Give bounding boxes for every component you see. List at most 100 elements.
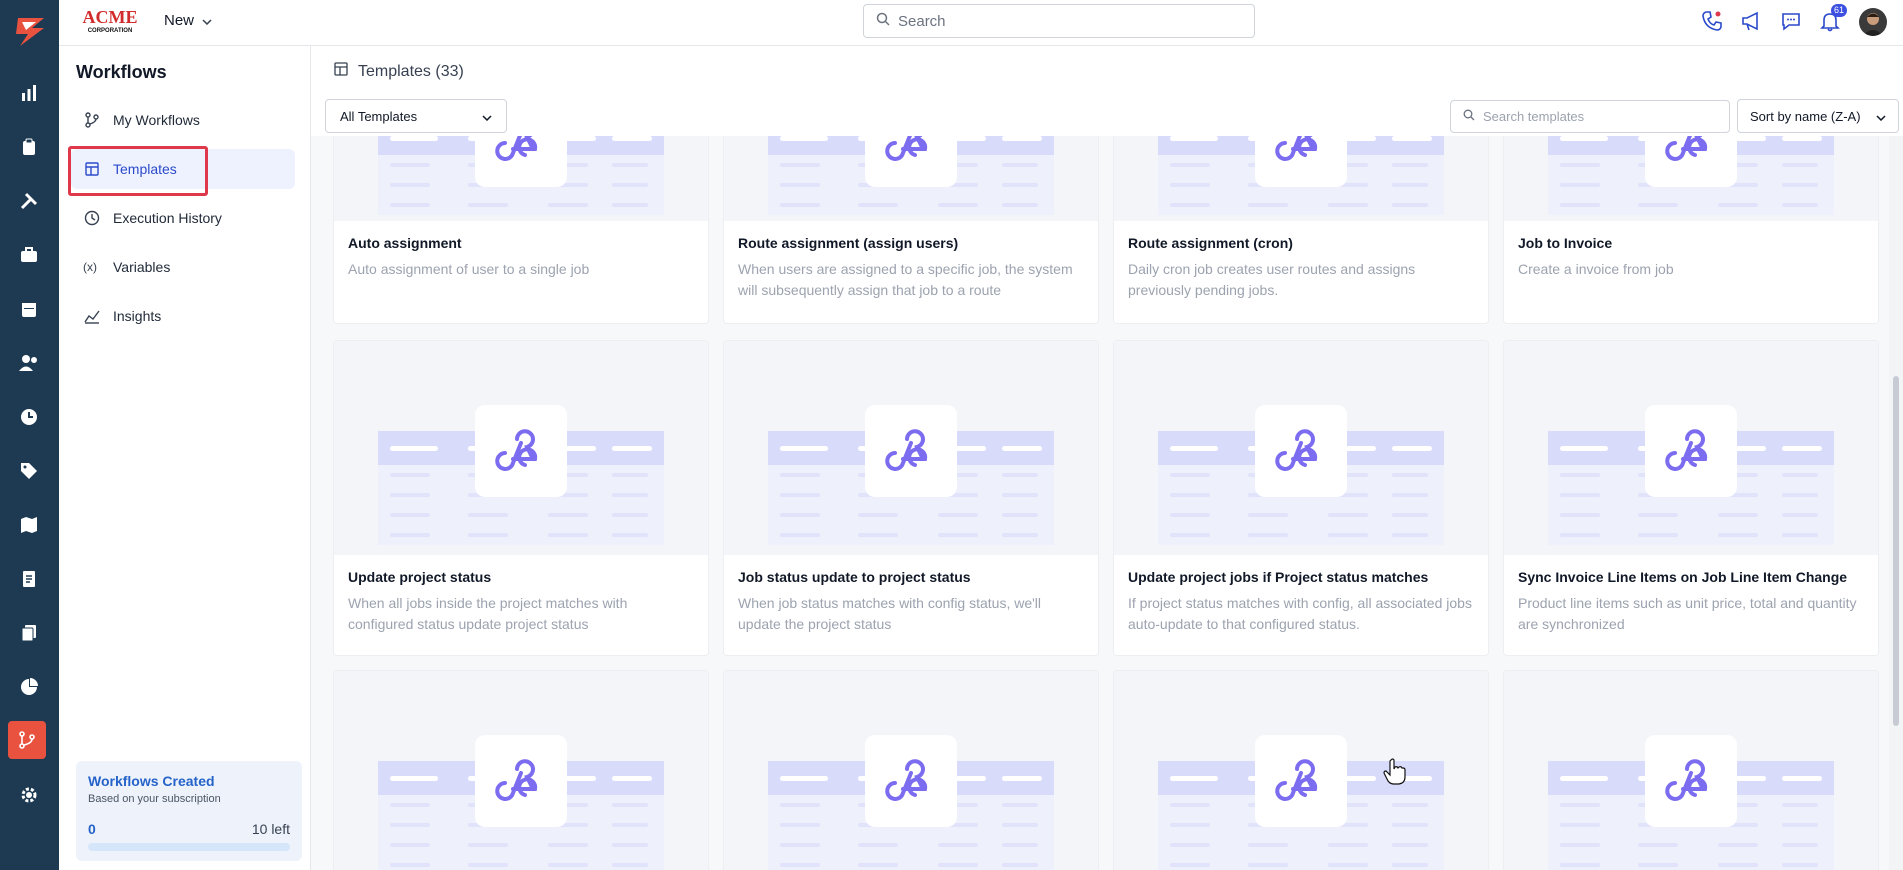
template-card[interactable] [723,670,1099,870]
sidebar-item-my-workflows[interactable]: My Workflows [71,100,295,140]
template-card[interactable]: Sync Invoice Line Items on Job Line Item… [1503,340,1879,656]
workflow-webhook-icon [1255,405,1347,497]
template-card[interactable]: Route assignment (cron) Daily cron job c… [1113,136,1489,324]
sidebar-item-label: Insights [113,308,162,324]
sort-select[interactable]: Sort by name (Z-A) [1737,99,1899,133]
new-dropdown[interactable]: New [164,12,212,29]
pie-chart-icon[interactable] [14,672,44,702]
template-description: Create a invoice from job [1518,261,1674,277]
workflows-created-count: 0 [88,821,96,837]
template-title: Auto assignment [348,235,462,251]
gear-icon[interactable] [14,780,44,810]
chart-icon[interactable] [14,78,44,108]
template-card[interactable]: Update project jobs if Project status ma… [1113,340,1489,656]
chat-icon[interactable] [1778,8,1804,34]
global-search-input[interactable]: Search [863,4,1255,38]
template-description: Daily cron job creates user routes and a… [1128,261,1416,298]
table-preview-illustration [378,735,664,870]
chevron-down-icon [1876,109,1886,124]
table-preview-illustration [1548,735,1834,870]
insights-icon [83,307,101,325]
template-title: Route assignment (assign users) [738,235,959,251]
template-description: When all jobs inside the project matches… [348,595,628,632]
phone-icon[interactable] [1699,8,1725,34]
template-preview [334,671,708,870]
avatar[interactable] [1859,8,1887,36]
documents-icon[interactable] [14,618,44,648]
main-content: Templates (33) All Templates Search temp… [311,46,1903,870]
clipboard-icon[interactable] [14,132,44,162]
sidebar-item-label: Execution History [113,210,222,226]
workflow-webhook-icon [475,735,567,827]
template-card[interactable] [1113,670,1489,870]
template-preview [724,671,1098,870]
workflows-sidebar: Workflows My Workflows Templates Executi… [59,46,311,870]
workflow-webhook-icon [475,405,567,497]
bell-icon[interactable]: 61 [1817,4,1847,34]
sidebar-item-execution-history[interactable]: Execution History [71,198,295,238]
table-preview-illustration [378,405,664,545]
map-icon[interactable] [14,510,44,540]
receipt-icon[interactable] [14,564,44,594]
new-label: New [164,12,195,29]
template-description: Auto assignment of user to a single job [348,261,590,277]
briefcase-icon[interactable] [14,240,44,270]
branch-icon [83,111,101,129]
template-card[interactable]: Job status update to project status When… [723,340,1099,656]
top-bar: ACME CORPORATION New Search 61 [59,0,1903,46]
template-search-input[interactable]: Search templates [1450,100,1730,133]
template-preview [334,136,708,221]
logo-icon[interactable] [10,12,50,50]
template-preview [1504,671,1878,870]
megaphone-icon[interactable] [1738,8,1764,34]
notification-badge: 61 [1830,4,1847,17]
sidebar-item-insights[interactable]: Insights [71,296,295,336]
svg-text:ACME: ACME [83,7,138,27]
workflows-created-subtitle: Based on your subscription [88,793,221,805]
brand-logo[interactable]: ACME CORPORATION [79,6,141,34]
template-description: Product line items such as unit price, t… [1518,595,1857,632]
sidebar-title: Workflows [76,62,167,82]
users-icon[interactable] [14,348,44,378]
sidebar-item-variables[interactable]: (x) Variables [71,247,295,287]
template-title: Update project status [348,569,492,585]
template-card[interactable]: Auto assignment Auto assignment of user … [333,136,709,324]
template-title: Job status update to project status [738,569,971,585]
search-placeholder: Search [898,12,946,30]
table-preview-illustration [378,136,664,215]
template-title: Route assignment (cron) [1128,235,1293,251]
filter-value: All Templates [340,108,418,124]
tools-icon[interactable] [14,186,44,216]
template-description: When job status matches with config stat… [738,595,1042,632]
search-icon [1463,109,1475,124]
template-card[interactable]: Update project status When all jobs insi… [333,340,709,656]
clock-icon[interactable] [14,402,44,432]
breadcrumb: Templates (33) [334,62,464,81]
template-card[interactable]: Job to Invoice Create a invoice from job [1503,136,1879,324]
template-preview [1114,671,1488,870]
template-card[interactable]: Route assignment (assign users) When use… [723,136,1099,324]
table-preview-illustration [768,405,1054,545]
table-preview-illustration [1548,136,1834,215]
template-card[interactable] [333,670,709,870]
template-title: Sync Invoice Line Items on Job Line Item… [1518,569,1848,585]
sidebar-item-label: Variables [113,259,171,275]
template-search-placeholder: Search templates [1483,109,1585,124]
template-card[interactable] [1503,670,1879,870]
workflow-webhook-icon [1645,735,1737,827]
tag-icon[interactable] [14,456,44,486]
chevron-down-icon [482,109,492,124]
sidebar-item-label: My Workflows [113,112,200,128]
table-preview-illustration [1548,405,1834,545]
workflow-webhook-icon [1645,405,1737,497]
hand-cursor-icon [1383,758,1407,791]
template-filter-select[interactable]: All Templates [325,99,507,133]
workflow-webhook-icon [865,405,957,497]
calendar-icon[interactable] [14,294,44,324]
scrollbar[interactable] [1889,136,1903,870]
template-preview [724,136,1098,221]
scrollbar-thumb[interactable] [1893,376,1899,726]
templates-header: Templates (33) All Templates Search temp… [311,46,1903,136]
table-preview-illustration [768,136,1054,215]
workflow-icon[interactable] [8,721,46,759]
